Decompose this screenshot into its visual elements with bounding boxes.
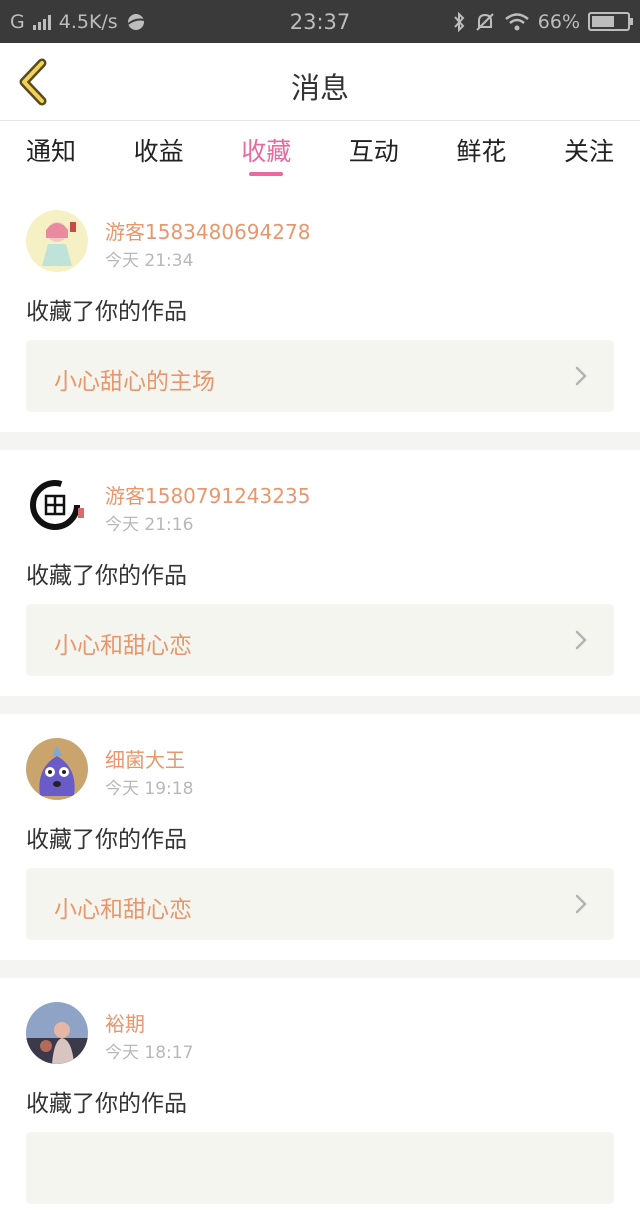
action-text: 收藏了你的作品 <box>26 563 187 589</box>
list-item: 裕期 今天 18:17 收藏了你的作品 <box>0 978 640 1224</box>
work-link[interactable]: 小心和甜心恋 <box>26 868 614 940</box>
timestamp: 今天 21:34 <box>105 251 194 271</box>
tab-bar: 通知 收益 收藏 互动 鲜花 关注 <box>0 122 640 178</box>
tab-label: 关注 <box>563 137 614 166</box>
purple-monster-avatar-icon <box>26 738 88 800</box>
chevron-right-icon <box>575 894 587 914</box>
list-item: 游客1580791243235 今天 21:16 收藏了你的作品 小心和甜心恋 <box>0 450 640 696</box>
tab-label: 收藏 <box>241 137 292 166</box>
mute-bell-icon <box>476 12 494 31</box>
timestamp: 今天 18:17 <box>105 1043 194 1063</box>
work-link[interactable] <box>26 1132 614 1204</box>
battery-icon <box>588 12 633 31</box>
username[interactable]: 游客1583480694278 <box>105 216 310 245</box>
work-link[interactable]: 小心和甜心恋 <box>26 604 614 676</box>
tab-label: 鲜花 <box>456 137 507 166</box>
divider <box>0 432 640 450</box>
work-title: 小心和甜心恋 <box>54 633 192 659</box>
avatar[interactable] <box>26 738 88 800</box>
work-link[interactable]: 小心甜心的主场 <box>26 340 614 412</box>
calligraphy-avatar-icon <box>26 474 88 536</box>
tab-label: 收益 <box>133 137 184 166</box>
page-title: 消息 <box>290 71 349 105</box>
tab-earnings[interactable]: 收益 <box>134 122 184 178</box>
tab-label: 通知 <box>26 137 77 166</box>
chevron-right-icon <box>575 630 587 650</box>
active-tab-indicator <box>249 172 284 176</box>
action-text: 收藏了你的作品 <box>26 827 187 853</box>
timestamp: 今天 19:18 <box>105 779 194 799</box>
photo-avatar-icon <box>26 1002 88 1064</box>
list-item: 细菌大王 今天 19:18 收藏了你的作品 小心和甜心恋 <box>0 714 640 960</box>
timestamp: 今天 21:16 <box>105 515 194 535</box>
wifi-icon <box>504 12 529 30</box>
username[interactable]: 裕期 <box>105 1008 145 1037</box>
work-title: 小心和甜心恋 <box>54 897 192 923</box>
avatar[interactable] <box>26 1002 88 1064</box>
tab-following[interactable]: 关注 <box>564 122 614 178</box>
tab-flowers[interactable]: 鲜花 <box>456 122 506 178</box>
tab-notifications[interactable]: 通知 <box>26 122 76 178</box>
message-list: 游客1583480694278 今天 21:34 收藏了你的作品 小心甜心的主场… <box>0 186 640 1224</box>
anime-girl-avatar-icon <box>26 210 88 272</box>
header: 消息 <box>0 43 640 121</box>
avatar[interactable] <box>26 474 88 536</box>
status-bar: G 4.5K/s 23:37 66% <box>0 0 640 43</box>
tab-label: 互动 <box>348 137 399 166</box>
bluetooth-icon <box>454 11 465 32</box>
username[interactable]: 游客1580791243235 <box>105 480 310 509</box>
tab-interactions[interactable]: 互动 <box>349 122 399 178</box>
username[interactable]: 细菌大王 <box>105 744 185 773</box>
divider <box>0 696 640 714</box>
action-text: 收藏了你的作品 <box>26 299 187 325</box>
battery-level <box>592 16 614 27</box>
battery-percent: 66% <box>537 10 580 33</box>
tab-favorites[interactable]: 收藏 <box>241 122 291 178</box>
list-item: 游客1583480694278 今天 21:34 收藏了你的作品 小心甜心的主场 <box>0 186 640 432</box>
action-text: 收藏了你的作品 <box>26 1091 187 1117</box>
work-title: 小心甜心的主场 <box>54 369 215 395</box>
avatar[interactable] <box>26 210 88 272</box>
divider <box>0 960 640 978</box>
chevron-right-icon <box>575 366 587 386</box>
